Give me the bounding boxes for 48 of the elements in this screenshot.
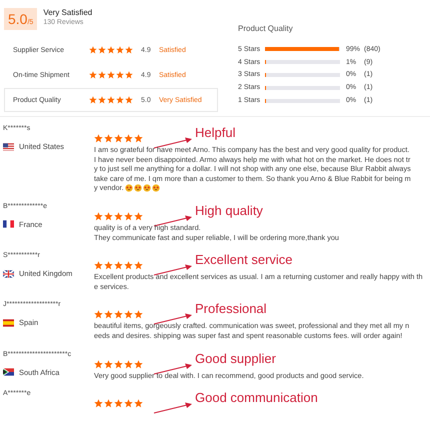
star-icon <box>134 212 143 221</box>
star-icon <box>104 360 113 369</box>
star-icon <box>124 399 133 408</box>
emoji-icon <box>124 184 133 192</box>
star-icon <box>114 310 123 320</box>
star-icon <box>94 212 103 221</box>
star-icon <box>124 310 133 320</box>
star-icon <box>124 360 133 369</box>
star-icon <box>114 399 123 408</box>
annotation-label: Good supplier <box>195 352 276 365</box>
annotation-label: Excellent service <box>195 253 293 266</box>
overall-verdict: Very Satisfied <box>43 8 92 17</box>
arrow-icon <box>153 400 193 414</box>
star-icon <box>104 134 113 143</box>
annotation-label: Good communication <box>195 391 318 404</box>
flag-icon <box>3 142 14 150</box>
star-icon <box>134 261 143 270</box>
star-icon <box>94 310 103 320</box>
emoji-icon <box>142 184 151 192</box>
star-icon <box>114 212 123 221</box>
star-icon <box>94 360 103 369</box>
star-icon <box>104 310 113 320</box>
flag-icon <box>3 270 14 278</box>
emoji-icon <box>134 184 142 192</box>
star-icon <box>134 134 143 143</box>
star-icon <box>114 360 123 369</box>
star-icon <box>94 134 103 143</box>
star-icon <box>94 261 103 270</box>
star-icon <box>124 212 133 221</box>
star-icon <box>124 261 133 270</box>
star-icon <box>134 399 143 408</box>
star-icon <box>124 134 133 143</box>
chart-title: Product Quality <box>238 24 294 33</box>
star-icon <box>134 360 143 369</box>
star-icon <box>104 212 113 221</box>
star-icon <box>104 399 113 408</box>
emoji-icon <box>152 184 160 192</box>
star-icon <box>114 261 123 270</box>
flag-icon <box>3 220 14 228</box>
annotation-label: Professional <box>195 302 267 316</box>
flag-icon <box>3 368 14 376</box>
star-icon <box>134 310 143 320</box>
star-icon <box>114 134 123 143</box>
flag-icon <box>3 318 14 327</box>
annotation-label: Helpful <box>195 126 236 139</box>
star-icon <box>104 261 113 270</box>
star-icon <box>94 399 103 408</box>
annotation-label: High quality <box>195 204 263 217</box>
